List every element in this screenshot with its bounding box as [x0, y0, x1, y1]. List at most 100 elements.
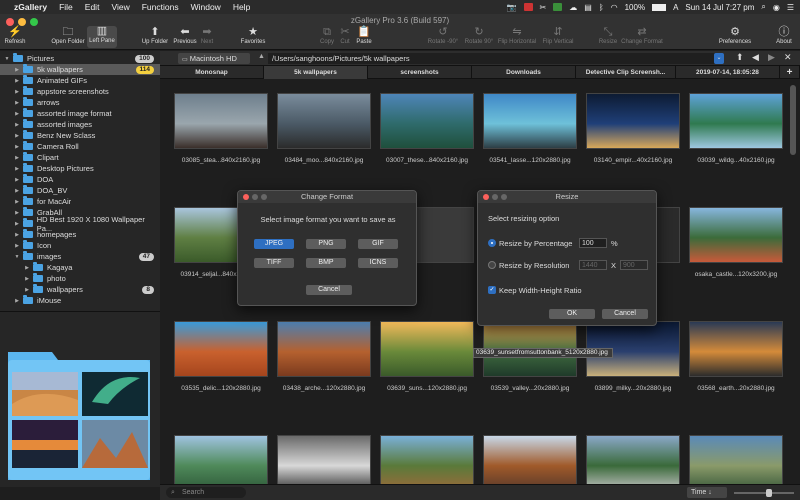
path-dropdown-button[interactable]: ⌄ — [714, 53, 724, 64]
flip-horizontal-button[interactable]: ⇋ Flip Horizontal — [496, 27, 538, 46]
preferences-button[interactable]: ⚙ Preferences — [716, 27, 754, 46]
format-jpeg-button[interactable]: JPEG — [254, 239, 294, 249]
menu-file[interactable]: File — [59, 2, 73, 12]
resize-button[interactable]: ⤡ Resize — [597, 27, 619, 46]
format-gif-button[interactable]: GIF — [358, 239, 398, 249]
format-icns-button[interactable]: ICNS — [358, 258, 398, 268]
sidebar-item[interactable]: ▶ assorted image format — [0, 108, 160, 119]
thumbnail-image[interactable] — [380, 321, 474, 377]
record-icon[interactable] — [523, 3, 533, 11]
cut-button[interactable]: ✂ Cut — [337, 27, 353, 46]
dialog-zoom-button[interactable] — [261, 194, 267, 200]
thumbnail-image[interactable] — [174, 321, 268, 377]
path-forward-icon[interactable]: ▶ — [768, 52, 775, 63]
clipboard-icon[interactable]: ▤ — [584, 3, 592, 12]
add-tab-button[interactable]: + — [780, 66, 800, 79]
input-source-icon[interactable]: A — [673, 3, 678, 12]
disclosure-closed-icon[interactable]: ▶ — [14, 188, 20, 194]
disclosure-closed-icon[interactable]: ▶ — [14, 199, 20, 205]
resize-ok-button[interactable]: OK — [549, 309, 595, 319]
favorites-button[interactable]: ★ Favorites — [238, 27, 268, 46]
next-button[interactable]: ➡ Next — [198, 27, 216, 46]
sort-selector[interactable]: Time ↓ — [687, 487, 727, 498]
scrollbar[interactable] — [790, 85, 796, 155]
cloud-icon[interactable]: ☁ — [569, 3, 577, 12]
sidebar-item[interactable]: ▶ Clipart — [0, 152, 160, 163]
about-button[interactable]: ⓘ About — [772, 27, 796, 46]
battery-text[interactable]: 100% — [625, 3, 645, 12]
path-up-icon[interactable]: ⬆ — [736, 52, 744, 63]
battery-icon[interactable] — [652, 3, 667, 11]
disclosure-closed-icon[interactable]: ▶ — [14, 221, 20, 227]
format-tiff-button[interactable]: TIFF — [254, 258, 294, 268]
disclosure-closed-icon[interactable]: ▶ — [24, 265, 30, 271]
sidebar-item[interactable]: ▼ images 47 — [0, 251, 160, 262]
sidebar-item[interactable]: ▶ arrows — [0, 97, 160, 108]
dialog-minimize-button[interactable] — [492, 194, 498, 200]
sidebar-item[interactable]: ▶ assorted images — [0, 119, 160, 130]
menu-window[interactable]: Window — [191, 2, 221, 12]
user-icon[interactable]: ◉ — [773, 3, 780, 12]
camera-icon[interactable]: 📷 — [507, 3, 517, 12]
thumbnail-image[interactable] — [689, 93, 783, 149]
clock[interactable]: Sun 14 Jul 7:27 pm — [685, 3, 754, 12]
disclosure-open-icon[interactable]: ▼ — [14, 254, 20, 260]
disclosure-closed-icon[interactable]: ▶ — [14, 210, 20, 216]
zoom-slider-thumb[interactable] — [766, 489, 772, 497]
app-status-icon[interactable] — [553, 3, 563, 11]
volume-selector[interactable]: ▭ Macintosh HD — [178, 53, 250, 64]
thumbnail-image[interactable] — [277, 321, 371, 377]
bluetooth-icon[interactable]: ᛒ — [599, 3, 604, 12]
height-input[interactable]: 900 — [620, 260, 648, 270]
sidebar-item[interactable]: ▶ HD Best 1920 X 1080 Wallpaper Pa... — [0, 215, 160, 233]
search-field[interactable]: ⌕ Search — [166, 487, 246, 498]
sidebar-item[interactable]: ▼ Pictures 100 — [0, 53, 160, 64]
tab-5k-wallpapers[interactable]: 5k wallpapers — [264, 66, 368, 79]
tab-downloads[interactable]: Downloads — [472, 66, 576, 79]
sidebar-item[interactable]: ▶ homepages — [0, 229, 160, 240]
rotate-right-button[interactable]: ↻ Rotate 90° — [462, 27, 496, 46]
tab-detective-clip[interactable]: Detective Clip Screensh... — [576, 66, 676, 79]
format-cancel-button[interactable]: Cancel — [306, 285, 352, 295]
disclosure-open-icon[interactable]: ▼ — [4, 56, 10, 62]
disclosure-closed-icon[interactable]: ▶ — [14, 67, 20, 73]
sidebar-item[interactable]: ▶ iMouse — [0, 295, 160, 306]
refresh-button[interactable]: ⚡ Refresh — [4, 27, 26, 46]
left-pane-button[interactable]: ▥ Left Pane — [87, 26, 117, 48]
disclosure-closed-icon[interactable]: ▶ — [14, 155, 20, 161]
disclosure-closed-icon[interactable]: ▶ — [14, 133, 20, 139]
dialog-close-button[interactable] — [483, 194, 489, 200]
disclosure-closed-icon[interactable]: ▶ — [14, 78, 20, 84]
tab-monosnap[interactable]: Monosnap — [160, 66, 264, 79]
percentage-input[interactable]: 100 — [579, 238, 607, 248]
thumbnail-image[interactable] — [586, 435, 680, 491]
menu-help[interactable]: Help — [233, 2, 250, 12]
rotate-left-button[interactable]: ↺ Rotate -90° — [425, 27, 461, 46]
change-format-button[interactable]: ⇄ Change Format — [620, 27, 664, 46]
width-input[interactable]: 1440 — [579, 260, 607, 270]
menu-view[interactable]: View — [111, 2, 129, 12]
copy-button[interactable]: ⧉ Copy — [318, 27, 336, 46]
sidebar-item[interactable]: ▶ wallpapers 8 — [0, 284, 160, 295]
sidebar-item[interactable]: ▶ Desktop Pictures — [0, 163, 160, 174]
disclosure-closed-icon[interactable]: ▶ — [14, 166, 20, 172]
spotlight-icon[interactable]: ⌕ — [761, 2, 765, 12]
disclosure-closed-icon[interactable]: ▶ — [24, 287, 30, 293]
format-bmp-button[interactable]: BMP — [306, 258, 346, 268]
scissors-icon[interactable]: ✂ — [540, 3, 547, 12]
dialog-zoom-button[interactable] — [501, 194, 507, 200]
disclosure-closed-icon[interactable]: ▶ — [14, 243, 20, 249]
sidebar-item[interactable]: ▶ Animated GIFs — [0, 75, 160, 86]
tab-screenshots[interactable]: screenshots — [368, 66, 472, 79]
disclosure-closed-icon[interactable]: ▶ — [14, 100, 20, 106]
sidebar-item[interactable]: ▶ Benz New Sclass — [0, 130, 160, 141]
notification-center-icon[interactable]: ☰ — [787, 3, 794, 12]
sidebar-item[interactable]: ▶ DOA — [0, 174, 160, 185]
thumbnail-image[interactable] — [380, 435, 474, 491]
thumbnail-image[interactable] — [689, 207, 783, 263]
zoom-slider[interactable] — [734, 489, 794, 497]
sidebar-item[interactable]: ▶ 5k wallpapers 114 — [0, 64, 160, 75]
disclosure-closed-icon[interactable]: ▶ — [14, 122, 20, 128]
keep-ratio-checkbox[interactable]: ✓ — [488, 286, 496, 294]
sidebar-item[interactable]: ▶ Camera Roll — [0, 141, 160, 152]
